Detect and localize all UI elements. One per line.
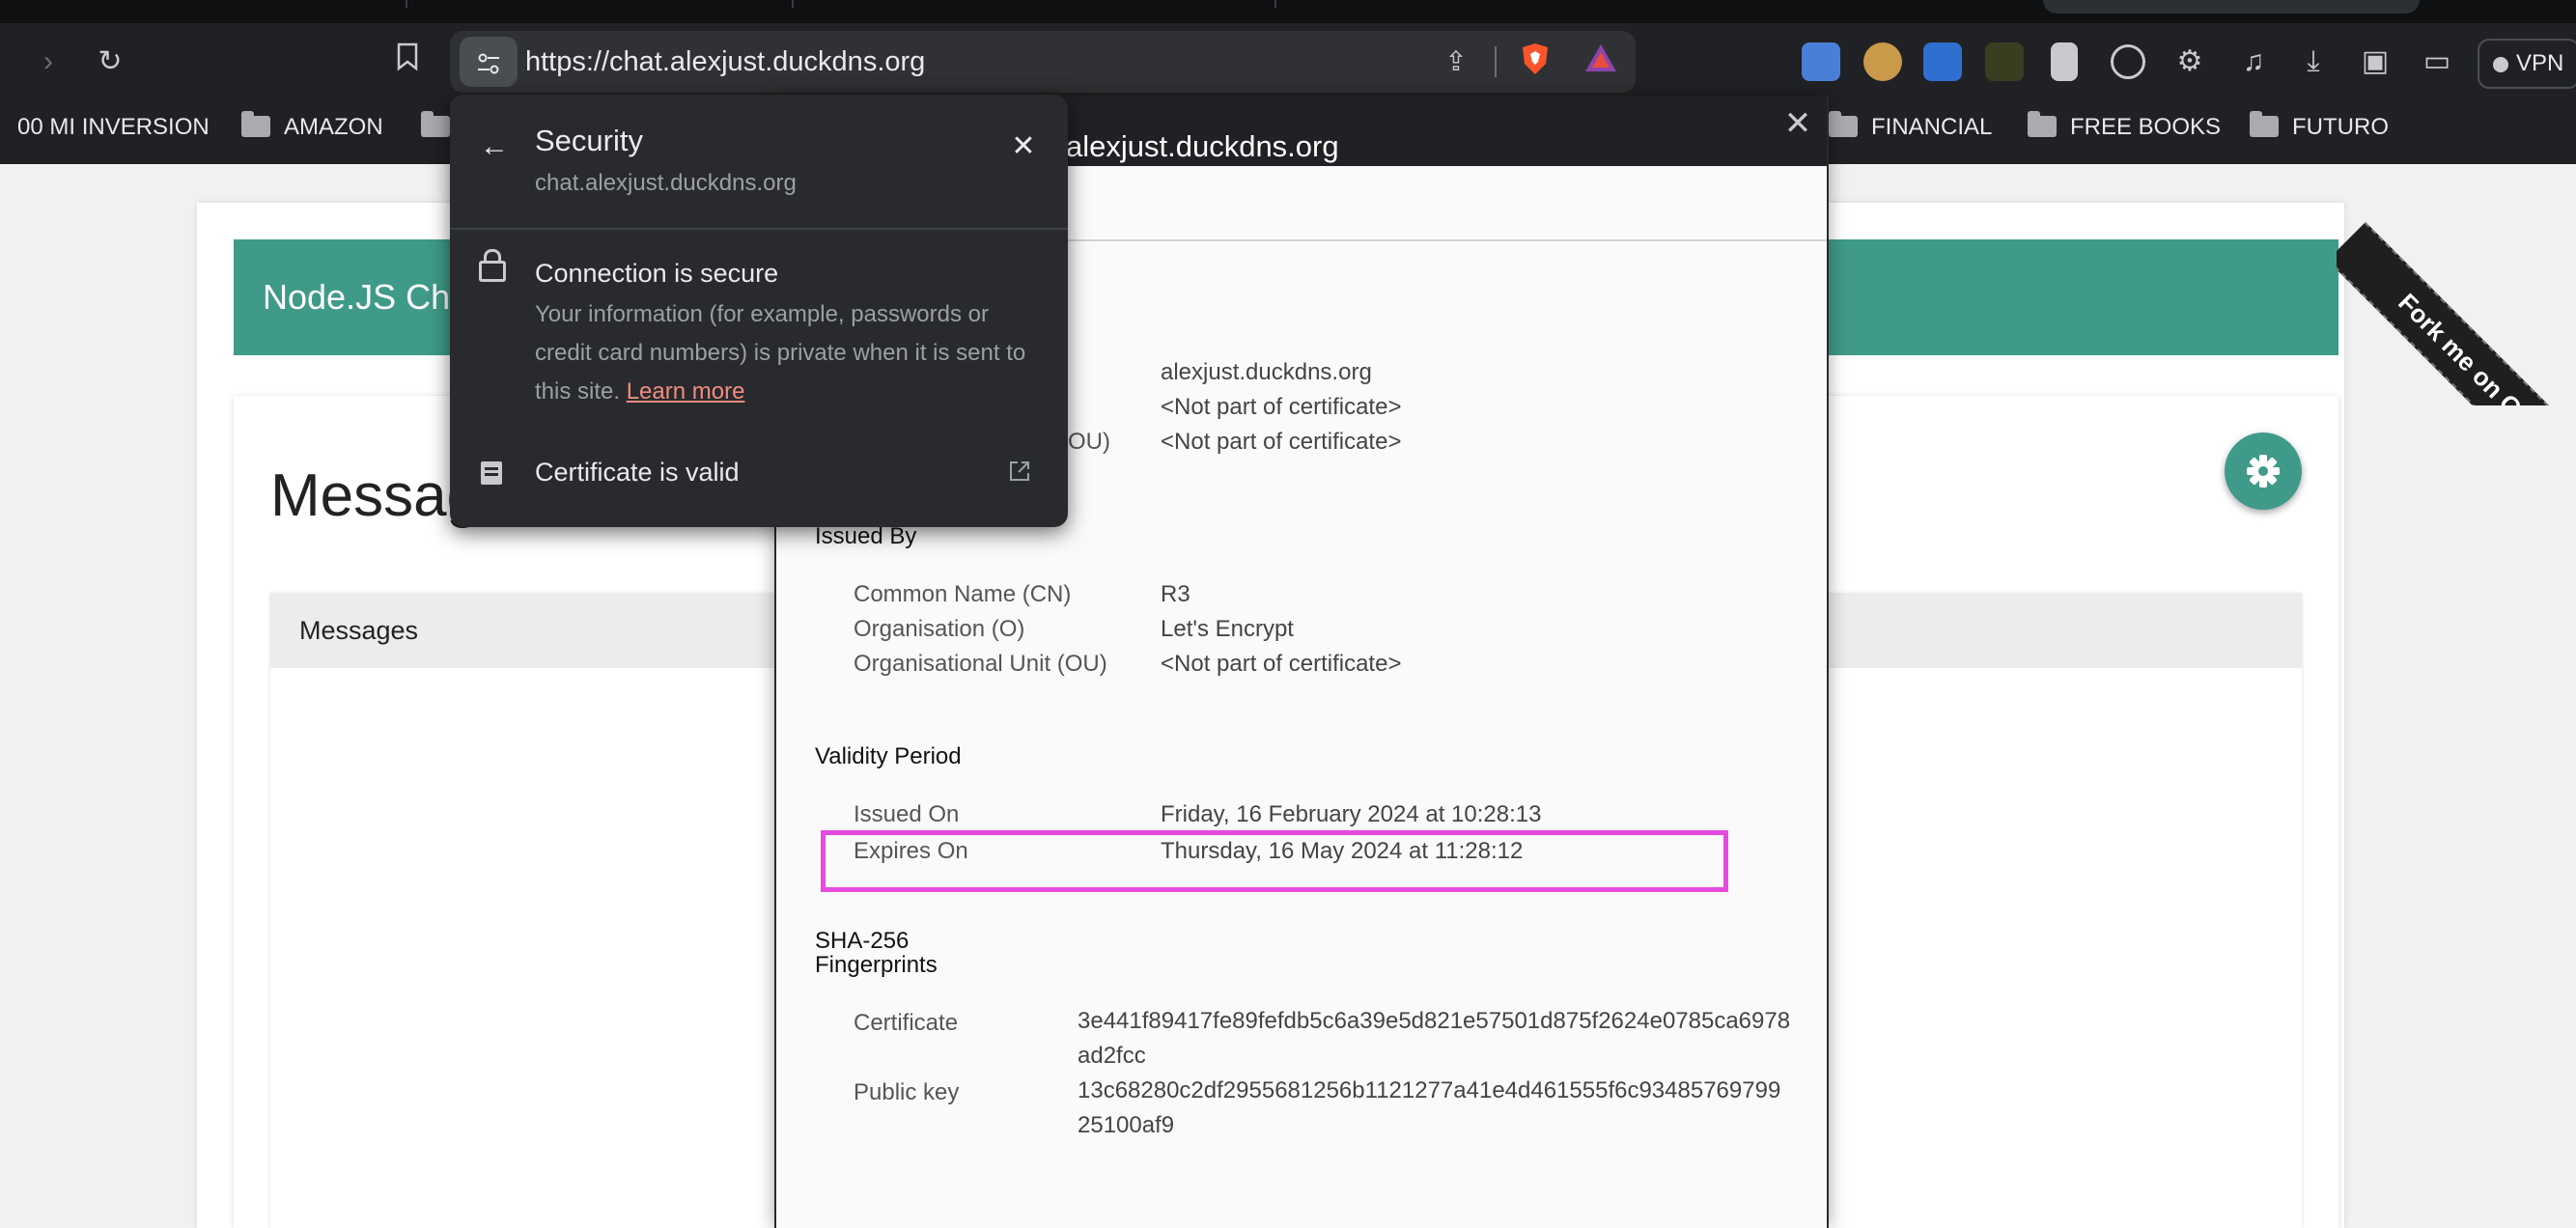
tab-strip [0, 0, 2576, 23]
page-title: Messag [270, 462, 481, 529]
issuer-cn-value: R3 [1161, 581, 1190, 607]
gear-icon [2247, 455, 2280, 488]
security-popup: ← Security ✕ chat.alexjust.duckdns.org C… [450, 95, 1068, 527]
url-text[interactable]: https://chat.alexjust.duckdns.org [525, 31, 925, 93]
public-key-fingerprint-label: Public key [854, 1079, 960, 1105]
external-link-icon[interactable] [1008, 460, 1031, 485]
certificate-valid-link[interactable]: Certificate is valid [535, 458, 740, 488]
bookmark-folder[interactable]: FUTURO [2250, 108, 2389, 147]
active-tab[interactable] [2043, 0, 2420, 14]
brave-shield-icon[interactable] [1516, 42, 1554, 81]
issuer-o-label: Organisation (O) [854, 616, 1025, 642]
target-extension-icon[interactable] [2111, 44, 2145, 79]
connection-description: Your information (for example, passwords… [535, 295, 1047, 411]
security-popup-title: Security [535, 124, 643, 157]
site-info-icon[interactable] [460, 37, 518, 87]
extension-icon[interactable] [1923, 42, 1962, 81]
wallet-icon[interactable]: ▭ [2416, 42, 2458, 81]
bookmark-label: FREE BOOKS [2070, 114, 2222, 140]
fingerprints-heading-line: SHA-256 [815, 928, 910, 954]
divider [450, 228, 1068, 230]
issued-to-value: <Not part of certificate> [1161, 394, 1402, 420]
issuer-ou-label: Organisational Unit (OU) [854, 651, 1107, 677]
bookmark-label: 00 MI INVERSION [17, 114, 210, 140]
close-icon[interactable]: ✕ [1777, 102, 1819, 145]
tab-separator [792, 0, 794, 8]
security-popup-domain: chat.alexjust.duckdns.org [535, 170, 797, 196]
forward-icon[interactable]: › [27, 42, 70, 81]
brave-rewards-icon[interactable] [1582, 42, 1620, 81]
bookmark-folder[interactable]: FREE BOOKS [2028, 108, 2221, 147]
app-title: Node.JS Cha [263, 277, 470, 317]
back-arrow-icon[interactable]: ← [477, 129, 512, 164]
learn-more-link[interactable]: Learn more [627, 378, 745, 405]
issuer-ou-value: <Not part of certificate> [1161, 651, 1402, 677]
sidebar-icon[interactable]: ▣ [2354, 42, 2396, 81]
expiry-highlight-box [821, 830, 1728, 892]
bookmark-icon[interactable] [386, 42, 429, 81]
issued-to-value: <Not part of certificate> [1161, 429, 1402, 455]
divider [1495, 46, 1497, 77]
vpn-button[interactable]: VPN [2478, 39, 2576, 89]
github-ribbon[interactable]: Fork me on GitHub [2337, 164, 2576, 405]
puzzle-icon[interactable]: ⚙ [2169, 42, 2211, 81]
share-icon[interactable]: ⇪ [1437, 42, 1475, 81]
github-ribbon-text[interactable]: Fork me on GitHub [2337, 222, 2576, 405]
connection-status: Connection is secure [535, 259, 779, 288]
extension-icon[interactable] [1985, 42, 2024, 81]
close-icon[interactable]: ✕ [1004, 127, 1043, 166]
messages-panel-title: Messages [299, 616, 419, 645]
public-key-fingerprint-value: 13c68280c2df2955681256b1121277a41e4d4615… [1078, 1077, 1781, 1138]
issued-to-value: alexjust.duckdns.org [1161, 359, 1372, 385]
connection-description-text: Your information (for example, passwords… [535, 301, 1026, 405]
issued-on-value: Friday, 16 February 2024 at 10:28:13 [1161, 801, 1542, 827]
fingerprints-heading: SHA-256 Fingerprints [815, 929, 938, 977]
folder-icon [241, 111, 270, 137]
address-bar[interactable]: https://chat.alexjust.duckdns.org ⇪ [450, 31, 1636, 93]
lock-icon [479, 249, 506, 282]
bookmark-label: AMAZON [284, 114, 383, 140]
certificate-icon [481, 461, 502, 485]
folder-icon [2250, 111, 2279, 137]
folder-icon [421, 111, 450, 137]
bookmark-label: FUTURO [2292, 114, 2389, 140]
fingerprints-heading-line: Fingerprints [815, 952, 938, 978]
extension-icon[interactable] [1863, 42, 1902, 81]
download-icon[interactable]: ⤓ [2292, 42, 2335, 81]
issued-by-heading: Issued By [815, 523, 917, 549]
bookmark-folder[interactable]: AMAZON [241, 108, 383, 147]
reload-icon[interactable]: ↻ [89, 42, 131, 81]
certificate-fingerprint-value: 3e441f89417fe89fefdb5c6a39e5d821e57501d8… [1078, 1008, 1791, 1069]
document-extension-icon[interactable] [2051, 42, 2078, 81]
bookmark-item[interactable]: 00 MI INVERSION [17, 108, 210, 147]
vpn-status-icon [2493, 57, 2508, 72]
issued-on-label: Issued On [854, 801, 960, 827]
tab-separator [1274, 0, 1276, 8]
validity-heading: Validity Period [815, 743, 962, 769]
tab-separator [406, 0, 407, 8]
music-icon[interactable]: ♫ [2232, 42, 2275, 81]
certificate-fingerprint-label: Certificate [854, 1010, 959, 1036]
settings-button[interactable] [2225, 433, 2302, 510]
issuer-o-value: Let's Encrypt [1161, 616, 1294, 642]
translate-extension-icon[interactable] [1802, 42, 1840, 81]
vpn-label: VPN [2516, 50, 2564, 76]
issuer-cn-label: Common Name (CN) [854, 581, 1072, 607]
